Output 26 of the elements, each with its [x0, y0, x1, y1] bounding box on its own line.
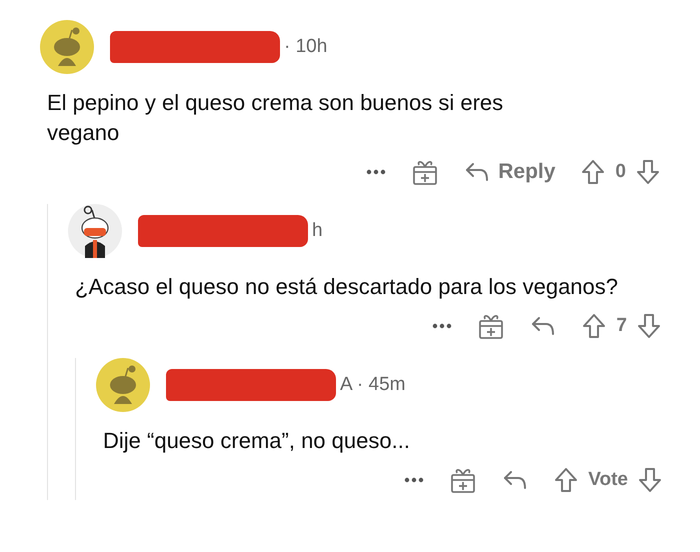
comment-text: ¿Acaso el queso no está descartado para los veganos? — [75, 273, 620, 301]
vote-score: 0 — [615, 160, 626, 184]
comment-text: El pepino y el queso crema son buenos si eres vegano — [47, 89, 504, 147]
downvote-icon[interactable] — [636, 159, 660, 185]
reply-button[interactable] — [530, 315, 556, 337]
more-button[interactable] — [432, 323, 452, 329]
award-button[interactable] — [478, 312, 504, 340]
vote-score: Vote — [588, 468, 628, 492]
comment-meta: h — [312, 218, 323, 243]
upvote-icon[interactable] — [582, 313, 606, 339]
more-button[interactable] — [404, 477, 424, 483]
downvote-icon[interactable] — [638, 467, 662, 493]
upvote-icon[interactable] — [554, 467, 578, 493]
reply-button[interactable]: Reply — [464, 156, 556, 188]
downvote-icon[interactable] — [637, 313, 661, 339]
upvote-icon[interactable] — [581, 159, 606, 185]
award-button[interactable] — [450, 466, 476, 494]
comment-meta: · 10h — [284, 34, 328, 59]
vote-score: 7 — [616, 314, 627, 338]
comment-meta: A · 45m — [340, 372, 406, 397]
avatar[interactable] — [68, 204, 122, 258]
comment-text: Dije “queso crema”, no queso... — [103, 427, 411, 455]
reply-icon — [464, 161, 490, 183]
award-button[interactable] — [412, 158, 438, 186]
reply-button[interactable] — [502, 469, 528, 491]
more-button[interactable] — [366, 169, 386, 175]
